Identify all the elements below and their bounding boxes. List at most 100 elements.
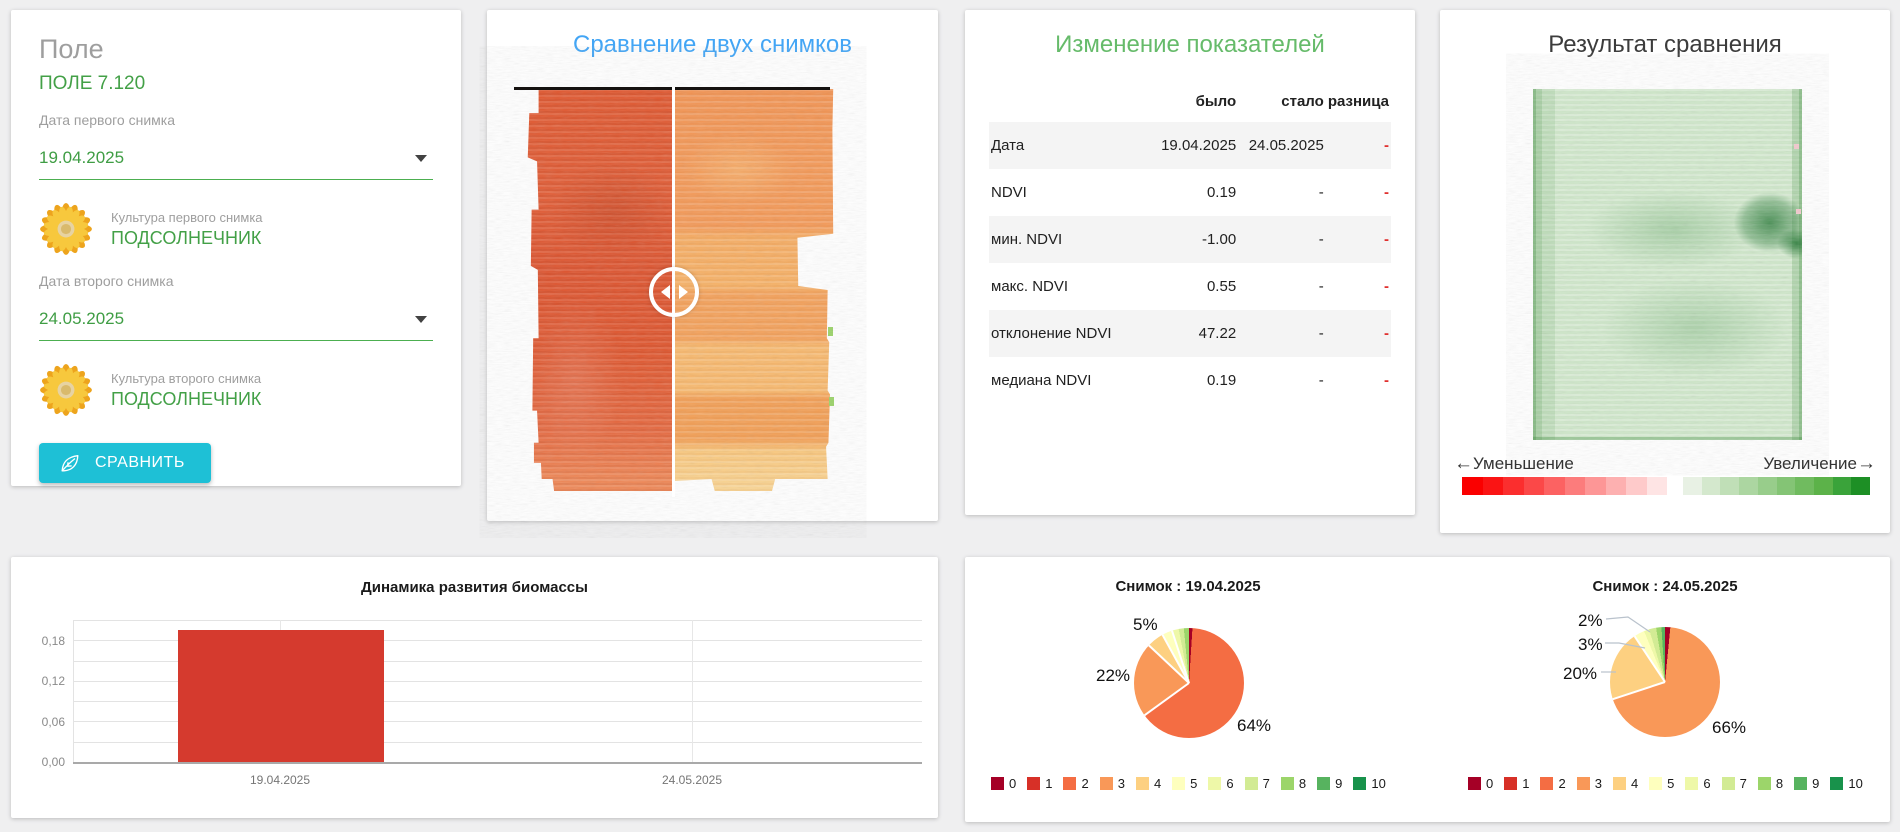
legend-swatch xyxy=(1208,777,1221,790)
table-row: медиана NDVI0.19-- xyxy=(989,357,1391,404)
table-cell: 47.22 xyxy=(1140,310,1239,357)
decrease-gradient-bar xyxy=(1462,477,1667,495)
y-tick-label: 0,00 xyxy=(19,755,65,769)
legend-swatch xyxy=(1027,777,1040,790)
column-header-now: стало xyxy=(1238,83,1326,122)
table-cell: отклонение NDVI xyxy=(989,310,1140,357)
column-header-was: было xyxy=(1140,83,1239,122)
legend-item: 6 xyxy=(1208,776,1233,791)
table-cell: - xyxy=(1326,122,1391,169)
legend-item: 8 xyxy=(1758,776,1783,791)
table-cell: - xyxy=(1238,216,1326,263)
legend-label: 4 xyxy=(1631,776,1638,791)
first-crop-name: ПОДСОЛНЕЧНИК xyxy=(111,228,263,249)
biomass-chart-panel: Динамика развития биомассы 0,00 0,06 0,1… xyxy=(11,557,938,818)
table-cell: 0.19 xyxy=(1140,169,1239,216)
second-crop-label: Культура второго снимка xyxy=(111,371,261,386)
table-cell: - xyxy=(1326,216,1391,263)
legend-label: 8 xyxy=(1299,776,1306,791)
slider-handle[interactable] xyxy=(649,267,699,317)
legend-swatch xyxy=(991,777,1004,790)
leaf-icon xyxy=(59,452,81,474)
gridline xyxy=(73,620,922,621)
legend-swatch xyxy=(1317,777,1330,790)
sunflower-icon xyxy=(39,363,93,417)
field-panel: Поле ПОЛЕ 7.120 Дата первого снимка 19.0… xyxy=(11,10,461,486)
first-date-label: Дата первого снимка xyxy=(39,112,433,128)
legend-swatch xyxy=(1722,777,1735,790)
legend-swatch xyxy=(1100,777,1113,790)
legend-item: 2 xyxy=(1063,776,1088,791)
pie1-label-22: 22% xyxy=(1096,666,1130,686)
first-date-select[interactable]: 19.04.2025 xyxy=(39,148,433,180)
slider-arrow-left-icon xyxy=(661,285,670,299)
table-cell: - xyxy=(1326,310,1391,357)
table-cell: - xyxy=(1238,263,1326,310)
table-cell: медиана NDVI xyxy=(989,357,1140,404)
legend-label: 0 xyxy=(1009,776,1016,791)
legend-swatch xyxy=(1758,777,1771,790)
legend-item: 4 xyxy=(1613,776,1638,791)
x-tick-label: 19.04.2025 xyxy=(210,773,350,787)
second-date-value: 24.05.2025 xyxy=(39,309,124,329)
table-cell: - xyxy=(1238,169,1326,216)
x-tick-label: 24.05.2025 xyxy=(622,773,762,787)
compare-panel: Сравнение двух снимков xyxy=(487,10,938,521)
pie2-label-66: 66% xyxy=(1712,718,1746,738)
legend-swatch xyxy=(1136,777,1149,790)
table-row: Дата19.04.202524.05.2025- xyxy=(989,122,1391,169)
second-date-select[interactable]: 24.05.2025 xyxy=(39,309,433,341)
legend-label: 7 xyxy=(1740,776,1747,791)
x-axis-line xyxy=(73,762,922,764)
legend-swatch xyxy=(1577,777,1590,790)
legend-item: 0 xyxy=(991,776,1016,791)
pink-speck xyxy=(1796,209,1801,214)
biomass-bar xyxy=(178,630,384,762)
chart-title: Динамика развития биомассы xyxy=(11,579,938,596)
table-cell: -1.00 xyxy=(1140,216,1239,263)
legend-swatch xyxy=(1172,777,1185,790)
increase-label: Увеличение→ xyxy=(1763,453,1876,475)
table-row: мин. NDVI-1.00-- xyxy=(989,216,1391,263)
slider-arrow-right-icon xyxy=(679,285,688,299)
table-cell: - xyxy=(1326,357,1391,404)
indicators-table: было стало разница Дата19.04.202524.05.2… xyxy=(989,83,1391,404)
chevron-down-icon xyxy=(415,316,427,323)
legend-item: 6 xyxy=(1685,776,1710,791)
first-crop-label: Культура первого снимка xyxy=(111,210,263,225)
legend-label: 8 xyxy=(1776,776,1783,791)
legend-label: 9 xyxy=(1812,776,1819,791)
legend-label: 4 xyxy=(1154,776,1161,791)
y-tick-label: 0,06 xyxy=(19,715,65,729)
legend-item: 5 xyxy=(1649,776,1674,791)
legend-label: 6 xyxy=(1703,776,1710,791)
legend-swatch xyxy=(1281,777,1294,790)
panel-title: Результат сравнения xyxy=(1440,31,1890,59)
arrow-right-icon: → xyxy=(1857,453,1876,474)
green-speck xyxy=(829,397,834,406)
legend-label: 10 xyxy=(1371,776,1385,791)
legend-item: 10 xyxy=(1830,776,1862,791)
scale-labels: ←Уменьшение Увеличение→ xyxy=(1454,453,1876,475)
legend-label: 0 xyxy=(1486,776,1493,791)
comparison-image xyxy=(512,87,834,497)
table-row: отклонение NDVI47.22-- xyxy=(989,310,1391,357)
y-axis-line xyxy=(73,620,74,762)
pie1-title: Снимок : 19.04.2025 xyxy=(1038,578,1338,595)
y-tick-label: 0,18 xyxy=(19,634,65,648)
compare-button[interactable]: СРАВНИТЬ xyxy=(39,443,211,483)
legend-item: 2 xyxy=(1540,776,1565,791)
green-speck xyxy=(828,327,833,336)
table-cell: 24.05.2025 xyxy=(1238,122,1326,169)
legend-item: 8 xyxy=(1281,776,1306,791)
legend-item: 5 xyxy=(1172,776,1197,791)
table-cell: Дата xyxy=(989,122,1140,169)
table-cell: - xyxy=(1326,263,1391,310)
legend-swatch xyxy=(1794,777,1807,790)
table-cell: макс. NDVI xyxy=(989,263,1140,310)
pie1-label-5: 5% xyxy=(1133,615,1158,635)
legend-swatch xyxy=(1685,777,1698,790)
legend-item: 1 xyxy=(1504,776,1529,791)
legend-swatch xyxy=(1540,777,1553,790)
column-header-diff: разница xyxy=(1326,83,1391,122)
